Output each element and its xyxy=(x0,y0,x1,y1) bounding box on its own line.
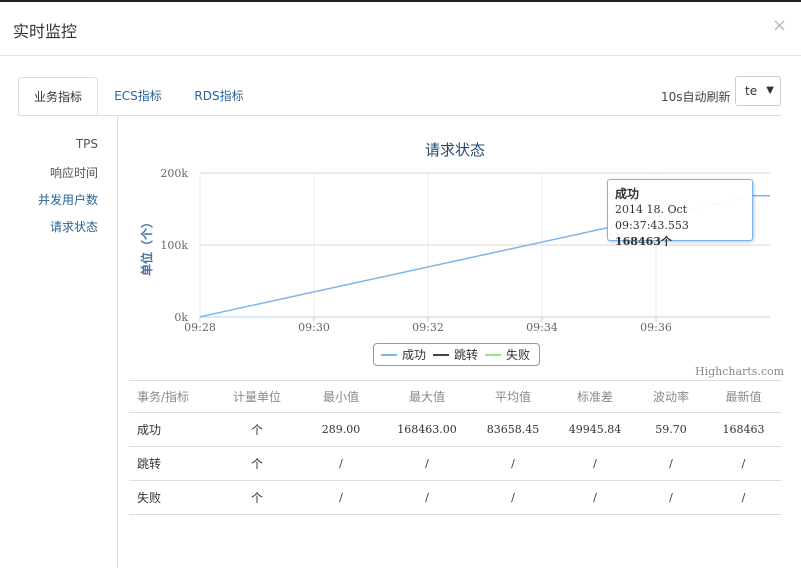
tooltip-series-name: 成功 xyxy=(615,187,640,201)
table-cell: / xyxy=(706,446,781,481)
table-cell: 失败 xyxy=(129,480,214,515)
table-cell: / xyxy=(636,446,706,481)
y-axis-label: 单位（个） xyxy=(139,216,154,276)
tooltip-time: 2014 18. Oct 09:37:43.553 xyxy=(615,203,689,232)
refresh-interval-select[interactable]: te ▼ xyxy=(735,76,781,106)
table-cell: 168463.00 xyxy=(382,412,472,447)
table-header: 事务/指标 xyxy=(129,380,214,413)
table-cell: 个 xyxy=(214,480,300,515)
side-item-concurrent-users[interactable]: 并发用户数 xyxy=(38,191,98,208)
table-cell: 83658.45 xyxy=(472,412,554,447)
table-cell: 跳转 xyxy=(129,446,214,481)
table-header: 最新值 xyxy=(706,380,781,413)
auto-refresh-label: 10s自动刷新 xyxy=(661,90,731,104)
legend-swatch-redirect xyxy=(433,353,449,356)
x-tick-label: 09:34 xyxy=(526,321,558,334)
table-cell: / xyxy=(706,480,781,515)
modal-title: 实时监控 xyxy=(13,22,78,41)
side-item-request-status[interactable]: 请求状态 xyxy=(50,218,98,235)
legend-label-redirect: 跳转 xyxy=(454,348,479,362)
x-tick-label: 09:28 xyxy=(184,321,216,334)
metrics-table: 事务/指标 计量单位 最小值 最大值 平均值 标准差 波动率 最新值 成功个 28… xyxy=(129,380,781,515)
legend-item-failure[interactable]: 失败 xyxy=(485,347,530,363)
modal-header: 实时监控 × xyxy=(0,2,801,56)
chart-legend: 成功 跳转 失败 xyxy=(373,343,540,366)
tooltip-value: 168463个 xyxy=(615,235,672,248)
y-tick-label: 100k xyxy=(160,239,188,252)
table-cell: 168463 xyxy=(706,412,781,447)
legend-swatch-failure xyxy=(485,353,501,356)
close-icon[interactable]: × xyxy=(772,16,787,36)
table-cell: / xyxy=(472,446,554,481)
y-tick-label: 200k xyxy=(160,167,188,180)
table-cell: / xyxy=(636,480,706,515)
table-header-row: 事务/指标 计量单位 最小值 最大值 平均值 标准差 波动率 最新值 xyxy=(129,380,781,413)
table-header: 标准差 xyxy=(554,380,636,413)
chart-tooltip: 成功 2014 18. Oct 09:37:43.553 168463个 xyxy=(607,179,753,248)
table-cell: / xyxy=(554,480,636,515)
table-cell: / xyxy=(472,480,554,515)
tab-ecs-metrics[interactable]: ECS指标 xyxy=(102,77,174,116)
table-cell: 成功 xyxy=(129,412,214,447)
monitor-modal: 实时监控 × 业务指标 ECS指标 RDS指标 10s自动刷新 te ▼ TPS… xyxy=(0,0,801,583)
table-cell: / xyxy=(382,446,472,481)
tab-business-metrics[interactable]: 业务指标 xyxy=(18,77,98,116)
table-cell: / xyxy=(554,446,636,481)
caret-down-icon: ▼ xyxy=(766,85,774,96)
table-header: 最大值 xyxy=(382,380,472,413)
table-cell: 59.70 xyxy=(636,412,706,447)
table-cell: 个 xyxy=(214,412,300,447)
legend-label-failure: 失败 xyxy=(506,348,531,362)
refresh-select-value: te xyxy=(745,84,758,98)
table-cell: / xyxy=(300,480,382,515)
table-header: 平均值 xyxy=(472,380,554,413)
legend-item-success[interactable]: 成功 xyxy=(381,347,426,363)
table-header: 最小值 xyxy=(300,380,382,413)
table-cell: / xyxy=(382,480,472,515)
x-tick-label: 09:36 xyxy=(640,321,672,334)
chart-title: 请求状态 xyxy=(425,141,485,159)
table-cell: 49945.84 xyxy=(554,412,636,447)
table-row-failure: 失败个 / / / / / / xyxy=(129,480,781,515)
table-header: 计量单位 xyxy=(214,380,300,413)
table-row-success: 成功个 289.00 168463.00 83658.45 49945.84 59.70 1… xyxy=(129,412,781,447)
table-cell: / xyxy=(300,446,382,481)
x-tick-label: 09:32 xyxy=(412,321,444,334)
side-nav: TPS 响应时间 并发用户数 请求状态 xyxy=(0,116,118,568)
legend-item-redirect[interactable]: 跳转 xyxy=(433,347,478,363)
table-cell: 个 xyxy=(214,446,300,481)
legend-label-success: 成功 xyxy=(402,348,427,362)
tab-divider xyxy=(18,115,781,116)
table-header: 波动率 xyxy=(636,380,706,413)
table-cell: 289.00 xyxy=(300,412,382,447)
side-item-tps[interactable]: TPS xyxy=(76,137,98,151)
side-item-response-time[interactable]: 响应时间 xyxy=(50,164,98,181)
table-row-redirect: 跳转个 / / / / / / xyxy=(129,446,781,481)
legend-swatch-success xyxy=(381,353,397,356)
tab-rds-metrics[interactable]: RDS指标 xyxy=(183,77,255,116)
chart-credits-link[interactable]: Highcharts.com xyxy=(695,365,784,378)
x-tick-label: 09:30 xyxy=(298,321,330,334)
y-tick-label: 0k xyxy=(174,311,188,324)
